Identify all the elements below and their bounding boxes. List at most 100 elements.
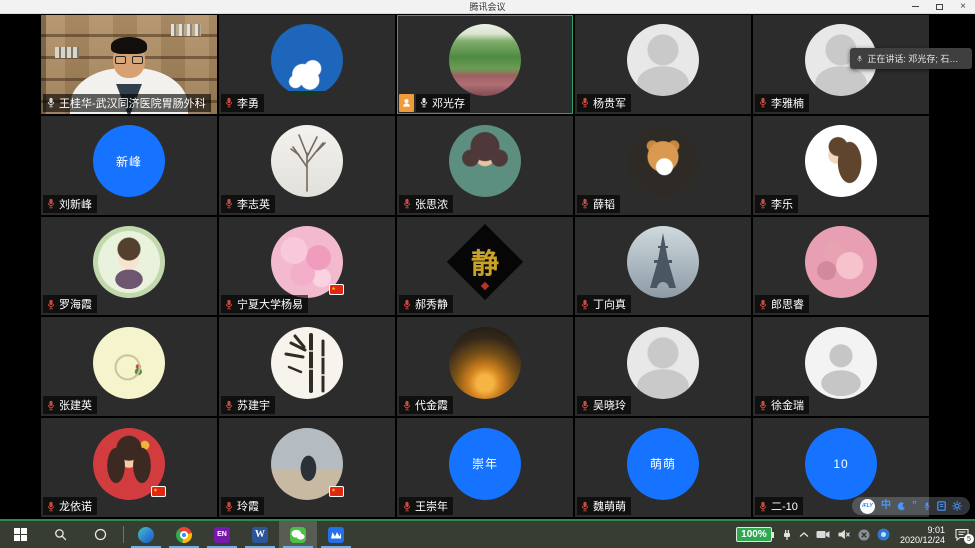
ime-settings-icon[interactable] bbox=[952, 501, 962, 511]
participant-tile[interactable]: 静郝秀静 bbox=[397, 217, 573, 316]
speaking-tooltip-text: 正在讲话: 邓光存; 石磊; 郑磊... bbox=[867, 52, 966, 65]
cortana-button[interactable] bbox=[80, 521, 120, 548]
participant-tile[interactable]: 代金霞 bbox=[397, 317, 573, 416]
name-plate: 李勇 bbox=[221, 94, 264, 112]
participant-name: 玲霞 bbox=[237, 498, 259, 514]
name-plate: 张思浓 bbox=[399, 195, 453, 213]
participant-name: 宁夏大学杨易 bbox=[237, 296, 303, 312]
avatar-pink-plush bbox=[805, 226, 877, 298]
name-plate: 二-10 bbox=[755, 497, 803, 515]
participant-name: 二-10 bbox=[771, 498, 798, 514]
mic-on-icon bbox=[46, 97, 56, 108]
avatar-initials-text: 新峰 bbox=[116, 153, 142, 170]
name-plate: 郝秀静 bbox=[399, 295, 453, 313]
ime-mic-icon[interactable] bbox=[923, 501, 931, 511]
volume-muted-icon[interactable] bbox=[837, 529, 851, 540]
participant-tile[interactable]: 杨贵军 bbox=[575, 15, 751, 114]
mic-muted-icon bbox=[46, 400, 56, 411]
power-plug-icon[interactable] bbox=[782, 529, 792, 541]
participant-tile[interactable]: 苏建宇 bbox=[219, 317, 395, 416]
name-plate: 李雅楠 bbox=[755, 94, 809, 112]
participant-name: 王桂华-武汉同济医院胃肠外科 bbox=[59, 95, 206, 111]
close-button[interactable]: × bbox=[951, 0, 975, 13]
punctuation-icon[interactable]: ” bbox=[912, 501, 917, 511]
device-icon[interactable] bbox=[816, 530, 830, 539]
participant-tile[interactable]: 张思浓 bbox=[397, 116, 573, 215]
ime-toolbar[interactable]: iFLY 中 ” bbox=[852, 497, 970, 515]
chinese-mode-icon[interactable]: 中 bbox=[881, 501, 891, 511]
participant-tile[interactable]: 邓光存 bbox=[397, 15, 573, 114]
participant-tile[interactable]: 丁向真 bbox=[575, 217, 751, 316]
taskbar-app-wechat[interactable] bbox=[279, 521, 317, 548]
participant-name: 吴晓玲 bbox=[593, 397, 626, 413]
mic-muted-icon bbox=[580, 97, 590, 108]
china-flag-badge bbox=[151, 486, 166, 497]
avatar-initials: 崇年 bbox=[449, 428, 521, 500]
china-flag-badge bbox=[329, 486, 344, 497]
speaking-tooltip: 正在讲话: 邓光存; 石磊; 郑磊... bbox=[850, 48, 972, 69]
participant-tile[interactable]: 龙依诺 bbox=[41, 418, 217, 517]
name-plate: 郎思睿 bbox=[755, 295, 809, 313]
taskbar-app-word[interactable]: W bbox=[241, 521, 279, 548]
minimize-button[interactable] bbox=[903, 0, 927, 13]
search-button[interactable] bbox=[40, 521, 80, 548]
name-plate: 龙依诺 bbox=[43, 497, 97, 515]
participant-tile[interactable]: 宁夏大学杨易 bbox=[219, 217, 395, 316]
window-controls: × bbox=[903, 0, 975, 13]
avatar-red-portrait bbox=[93, 428, 165, 500]
avatar-initials: 新峰 bbox=[93, 125, 165, 197]
mic-muted-icon bbox=[580, 198, 590, 209]
name-plate: 玲霞 bbox=[221, 497, 264, 515]
taskbar-app-meeting[interactable] bbox=[317, 521, 355, 548]
action-center-button[interactable]: 5 bbox=[955, 528, 969, 541]
participant-tile[interactable]: 玲霞 bbox=[219, 418, 395, 517]
windows-logo-icon bbox=[14, 528, 27, 541]
participant-tile[interactable]: 新峰刘新峰 bbox=[41, 116, 217, 215]
participant-tile[interactable]: 薛韬 bbox=[575, 116, 751, 215]
name-plate: 宁夏大学杨易 bbox=[221, 295, 308, 313]
name-plate: 张建英 bbox=[43, 396, 97, 414]
participant-tile[interactable]: 李勇 bbox=[219, 15, 395, 114]
name-plate: 罗海霞 bbox=[43, 295, 97, 313]
clipboard-icon[interactable] bbox=[937, 501, 946, 511]
participant-tile[interactable]: 郎思睿 bbox=[753, 217, 929, 316]
participant-tile[interactable]: 罗海霞 bbox=[41, 217, 217, 316]
battery-indicator[interactable]: 100% bbox=[736, 527, 772, 542]
participant-tile[interactable]: 徐金瑞 bbox=[753, 317, 929, 416]
ifly-logo[interactable]: iFLY bbox=[860, 499, 875, 514]
participant-tile[interactable]: 李志英 bbox=[219, 116, 395, 215]
mic-muted-icon bbox=[224, 299, 234, 310]
participant-tile[interactable]: 吴晓玲 bbox=[575, 317, 751, 416]
tray-app-blue-icon[interactable] bbox=[877, 528, 890, 541]
taskbar-clock[interactable]: 9:01 2020/12/24 bbox=[900, 525, 945, 545]
moon-icon[interactable] bbox=[897, 502, 906, 511]
close-icon: × bbox=[960, 2, 966, 12]
mic-muted-icon bbox=[580, 501, 590, 512]
taskbar-app-edge[interactable] bbox=[127, 521, 165, 548]
participant-name: 李志英 bbox=[237, 196, 270, 212]
participant-tile[interactable]: 萌萌魏萌萌 bbox=[575, 418, 751, 517]
avatar-cartoon-girl-teal bbox=[449, 125, 521, 197]
participant-tile[interactable]: 王桂华-武汉同济医院胃肠外科 bbox=[41, 15, 217, 114]
participant-name: 张思浓 bbox=[415, 196, 448, 212]
avatar-cloud-sky bbox=[271, 24, 343, 96]
participant-tile[interactable]: 崇年王崇年 bbox=[397, 418, 573, 517]
maximize-icon bbox=[936, 4, 943, 10]
participant-tile[interactable]: 李乐 bbox=[753, 116, 929, 215]
tray-expand-chevron[interactable] bbox=[799, 531, 809, 539]
mic-muted-icon bbox=[402, 501, 412, 512]
maximize-button[interactable] bbox=[927, 0, 951, 13]
taskbar-app-en[interactable]: EN bbox=[203, 521, 241, 548]
start-button[interactable] bbox=[0, 521, 40, 548]
mic-muted-icon bbox=[758, 501, 768, 512]
participant-name: 李乐 bbox=[771, 196, 793, 212]
mic-muted-icon bbox=[758, 299, 768, 310]
participant-tile[interactable]: 张建英 bbox=[41, 317, 217, 416]
participant-name: 徐金瑞 bbox=[771, 397, 804, 413]
taskbar-app-chrome[interactable] bbox=[165, 521, 203, 548]
window-title: 腾讯会议 bbox=[469, 0, 505, 13]
system-tray: 100% 9:01 2020/12/24 5 bbox=[736, 521, 975, 548]
mic-muted-icon bbox=[758, 198, 768, 209]
host-badge-icon bbox=[399, 94, 414, 112]
tray-app-x-icon[interactable] bbox=[858, 529, 870, 541]
